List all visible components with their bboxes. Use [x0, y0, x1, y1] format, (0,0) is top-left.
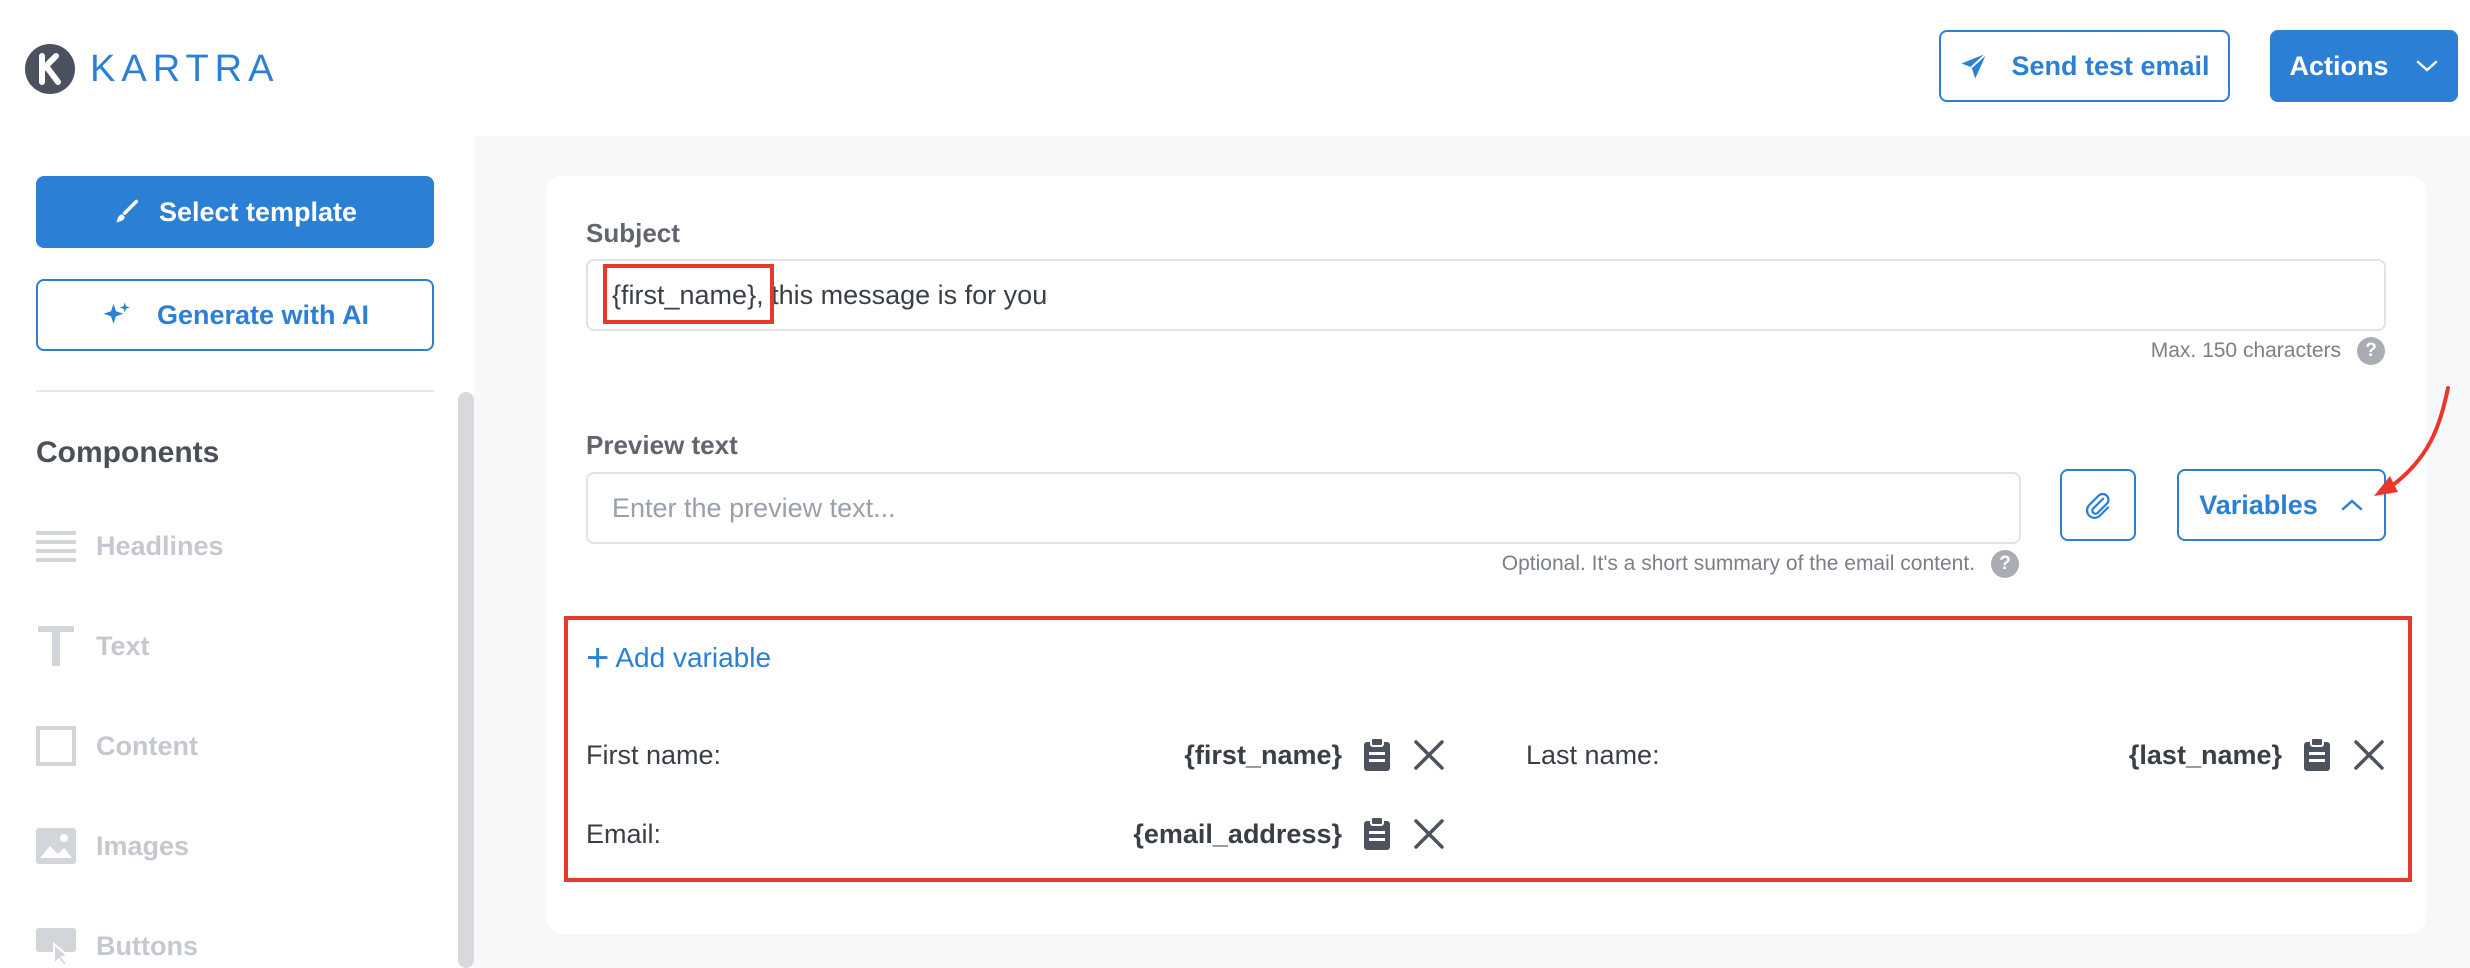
send-test-email-label: Send test email — [2011, 50, 2210, 81]
subject-helper-text: Max. 150 characters — [2150, 339, 2341, 362]
remove-variable-icon[interactable] — [1411, 737, 1447, 773]
remove-variable-icon[interactable] — [1411, 816, 1447, 852]
variable-email-token: {email_address} — [1133, 819, 1342, 849]
preview-text-label: Preview text — [586, 430, 738, 460]
select-template-label: Select template — [158, 196, 358, 227]
component-label: Images — [96, 830, 190, 861]
select-template-button[interactable]: Select template — [36, 176, 434, 248]
component-content[interactable]: Content — [36, 726, 198, 766]
help-icon[interactable]: ? — [1991, 550, 2019, 578]
component-label: Headlines — [96, 530, 224, 561]
variable-first-name-label: First name: — [586, 740, 722, 770]
paperclip-icon — [2085, 492, 2110, 519]
component-label: Buttons — [96, 930, 198, 961]
content-icon — [36, 726, 76, 766]
plus-icon: + — [586, 636, 610, 680]
headlines-icon — [36, 526, 76, 566]
send-test-email-button[interactable]: Send test email — [1939, 30, 2230, 102]
remove-variable-icon[interactable] — [2351, 737, 2387, 773]
subject-label: Subject — [586, 218, 680, 248]
actions-dropdown-button[interactable]: Actions — [2270, 30, 2458, 102]
paintbrush-icon — [116, 199, 139, 223]
component-text[interactable]: Text — [36, 626, 150, 666]
components-heading: Components — [36, 436, 220, 469]
sidebar-divider — [36, 390, 434, 392]
generate-with-ai-button[interactable]: Generate with AI — [36, 279, 434, 351]
preview-helper-text: Optional. It's a short summary of the em… — [1501, 552, 1975, 575]
subject-helper: Max. 150 characters ? — [2151, 337, 2385, 365]
chevron-down-icon — [2416, 60, 2437, 72]
variable-last-name-token: {last_name} — [2128, 740, 2282, 770]
variable-last-name-label: Last name: — [1526, 740, 1660, 770]
sparkles-icon — [103, 302, 130, 324]
first-name-highlight — [603, 264, 774, 324]
component-buttons[interactable]: Buttons — [36, 926, 198, 966]
component-headlines[interactable]: Headlines — [36, 526, 224, 566]
copy-clipboard-icon[interactable] — [1359, 737, 1395, 773]
kartra-logo[interactable]: KARTRA — [24, 43, 279, 95]
generate-with-ai-label: Generate with AI — [156, 299, 370, 330]
paper-plane-icon — [1961, 52, 1988, 79]
preview-helper: Optional. It's a short summary of the em… — [1502, 550, 2019, 578]
variable-email-label: Email: — [586, 819, 662, 849]
add-variable-label: Add variable — [615, 642, 772, 673]
component-label: Text — [96, 630, 150, 661]
attachment-button[interactable] — [2060, 469, 2136, 541]
help-icon[interactable]: ? — [2357, 337, 2385, 365]
subject-input[interactable]: {first_name}, this message is for you — [586, 259, 2386, 331]
images-icon — [36, 826, 76, 866]
text-icon — [36, 626, 76, 666]
brand-name: KARTRA — [90, 47, 280, 90]
kartra-logo-icon — [25, 44, 75, 94]
variables-toggle-button[interactable]: Variables — [2177, 469, 2386, 541]
sidebar-scrollbar[interactable] — [458, 392, 474, 968]
left-sidebar: Select template Generate with AI Compone… — [0, 136, 474, 968]
variables-label: Variables — [2199, 489, 2318, 520]
actions-label: Actions — [2289, 50, 2389, 81]
variable-first-name-token: {first_name} — [1184, 740, 1342, 770]
preview-text-input[interactable]: Enter the preview text... — [586, 472, 2021, 544]
add-variable-link[interactable]: + Add variable — [586, 638, 771, 678]
copy-clipboard-icon[interactable] — [2299, 737, 2335, 773]
component-label: Content — [96, 730, 198, 761]
top-header: KARTRA Send test email Actions — [0, 0, 2470, 136]
callout-arrow-icon — [2374, 386, 2450, 496]
component-images[interactable]: Images — [36, 826, 189, 866]
copy-clipboard-icon[interactable] — [1359, 816, 1395, 852]
buttons-icon — [36, 926, 76, 966]
